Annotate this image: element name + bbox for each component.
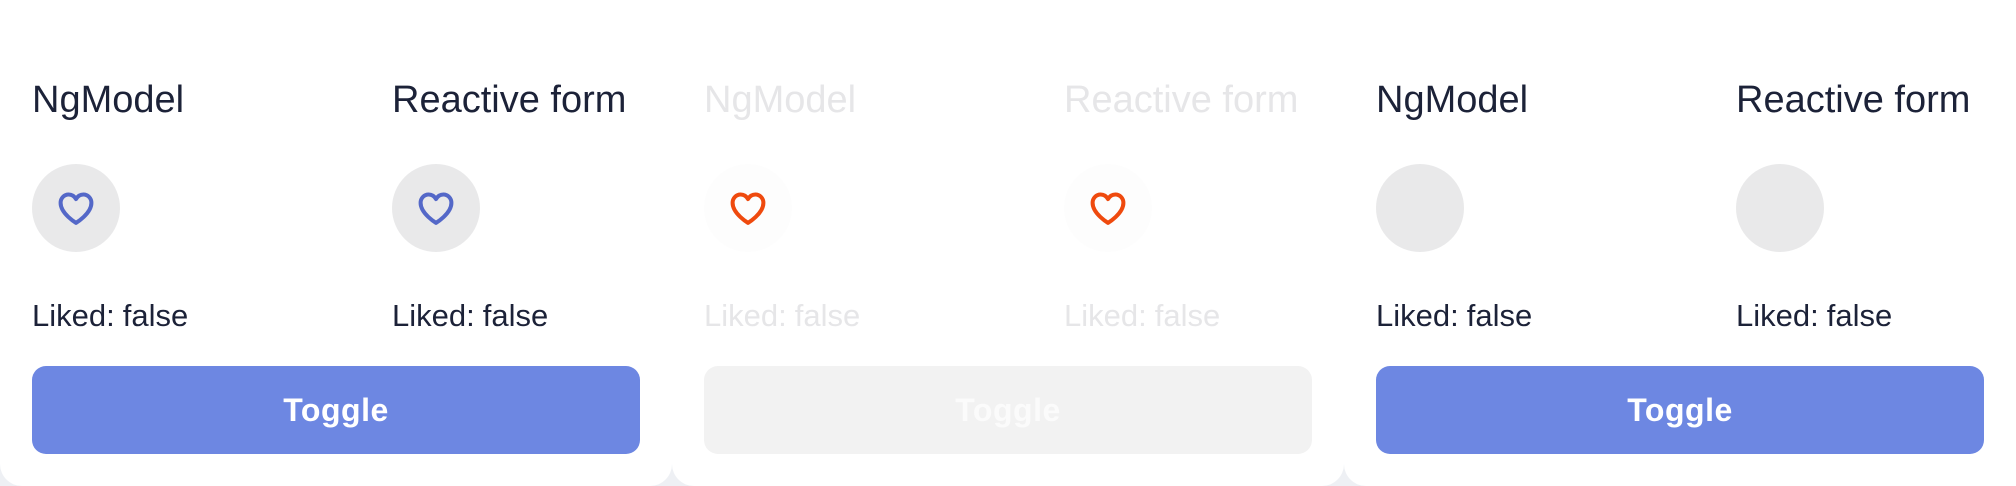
liked-label: Liked: xyxy=(1064,298,1147,333)
column-title: Reactive form xyxy=(1064,79,1299,121)
liked-status: Liked: false xyxy=(1064,296,1220,336)
liked-value: false xyxy=(482,298,549,333)
heart-outline-icon xyxy=(1090,192,1126,225)
demo-panel-empty-icon: NgModel Liked: false Reactive form Liked:… xyxy=(1344,0,2016,486)
like-toggle-button[interactable] xyxy=(1736,164,1824,252)
like-toggle-button[interactable] xyxy=(392,164,480,252)
heart-outline-icon xyxy=(58,192,94,225)
demo-panel-disabled: NgModel Liked: false Reactive form Liked:… xyxy=(672,0,1344,486)
like-toggle-button xyxy=(1064,164,1152,252)
liked-label: Liked: xyxy=(392,298,475,333)
like-toggle-button xyxy=(704,164,792,252)
liked-value: false xyxy=(1826,298,1893,333)
demo-stage: NgModel Liked: false Reactive form Liked:… xyxy=(0,0,2016,486)
column-title: Reactive form xyxy=(1736,79,1971,121)
toggle-button[interactable]: Toggle xyxy=(1376,366,1984,454)
liked-value: false xyxy=(122,298,189,333)
toggle-button[interactable]: Toggle xyxy=(32,366,640,454)
liked-status: Liked: false xyxy=(704,296,860,336)
demo-panel-default: NgModel Liked: false Reactive form Liked:… xyxy=(0,0,672,486)
liked-status: Liked: false xyxy=(1736,296,1892,336)
liked-label: Liked: xyxy=(704,298,787,333)
liked-status: Liked: false xyxy=(1376,296,1532,336)
like-toggle-button[interactable] xyxy=(1376,164,1464,252)
liked-value: false xyxy=(1154,298,1221,333)
like-toggle-button[interactable] xyxy=(32,164,120,252)
heart-outline-icon xyxy=(418,192,454,225)
toggle-button: Toggle xyxy=(704,366,1312,454)
liked-status: Liked: false xyxy=(392,296,548,336)
column-title: Reactive form xyxy=(392,79,627,121)
liked-label: Liked: xyxy=(1376,298,1459,333)
liked-value: false xyxy=(1466,298,1533,333)
liked-label: Liked: xyxy=(1736,298,1819,333)
column-title: NgModel xyxy=(32,79,185,121)
column-title: NgModel xyxy=(1376,79,1529,121)
liked-value: false xyxy=(794,298,861,333)
liked-status: Liked: false xyxy=(32,296,188,336)
column-title: NgModel xyxy=(704,79,857,121)
heart-outline-icon xyxy=(730,192,766,225)
liked-label: Liked: xyxy=(32,298,115,333)
